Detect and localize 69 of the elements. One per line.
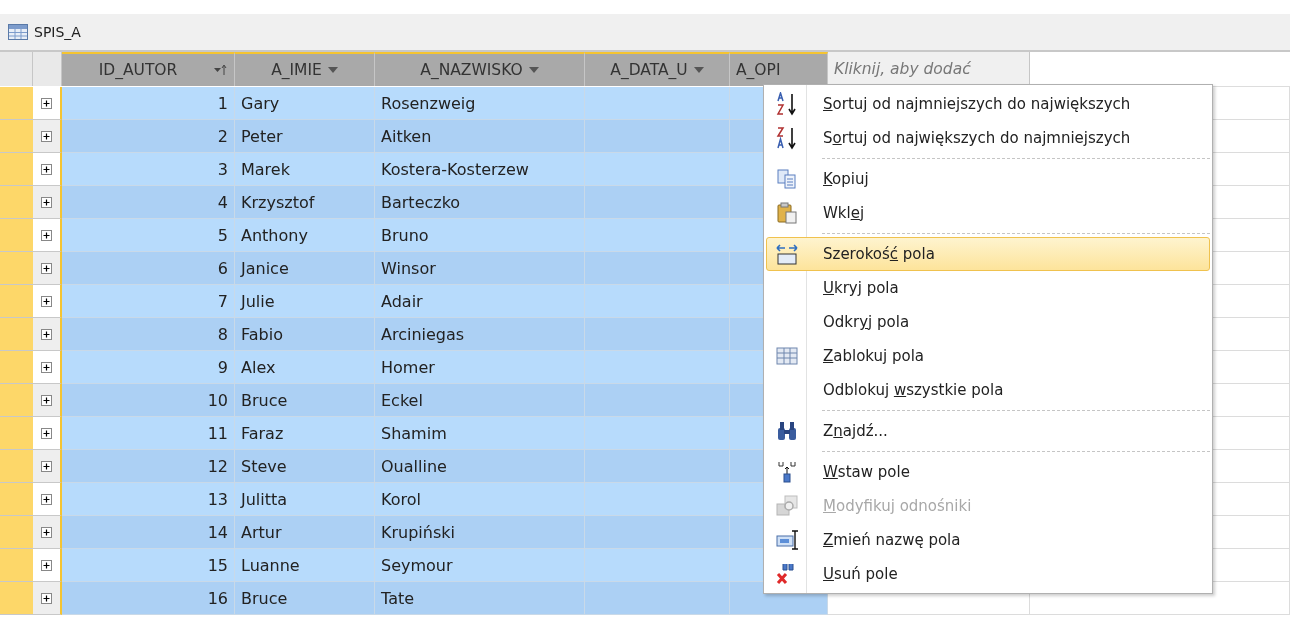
menu-item[interactable]: Zmień nazwę pola xyxy=(766,523,1210,557)
table-cell: Krupiński xyxy=(375,516,585,549)
table-cell: Barteczko xyxy=(375,186,585,219)
column-header[interactable]: Kliknij, aby dodać xyxy=(828,52,1030,86)
column-header[interactable]: A_DATA_U xyxy=(585,52,730,86)
menu-item[interactable]: Sortuj od największych do najmniejszych xyxy=(766,121,1210,155)
table-cell: 6 xyxy=(62,252,235,285)
menu-item[interactable]: Wklej xyxy=(766,196,1210,230)
table-cell: 1 xyxy=(62,87,235,120)
table-cell: 14 xyxy=(62,516,235,549)
table-cell: 5 xyxy=(62,219,235,252)
table-cell: Luanne xyxy=(235,549,375,582)
menu-item[interactable]: Odblokuj wszystkie pola xyxy=(766,373,1210,407)
table-cell: 11 xyxy=(62,417,235,450)
column-header[interactable]: A_IMIE xyxy=(235,52,375,86)
table-cell: Eckel xyxy=(375,384,585,417)
table-cell: 10 xyxy=(62,384,235,417)
menu-item[interactable]: Kopiuj xyxy=(766,162,1210,196)
menu-item[interactable]: Usuń pole xyxy=(766,557,1210,591)
table-cell: Alex xyxy=(235,351,375,384)
table-cell: Julitta xyxy=(235,483,375,516)
menu-item[interactable]: Szerokość pola xyxy=(766,237,1210,271)
table-cell: 4 xyxy=(62,186,235,219)
table-cell: Anthony xyxy=(235,219,375,252)
tab-title: SPIS_A xyxy=(34,24,81,40)
table-cell: Artur xyxy=(235,516,375,549)
table-cell: 13 xyxy=(62,483,235,516)
column-header[interactable]: A_OPI xyxy=(730,52,828,86)
table-cell: Homer xyxy=(375,351,585,384)
menu-item[interactable]: Sortuj od najmniejszych do największych xyxy=(766,87,1210,121)
menu-item[interactable]: Ukryj pola xyxy=(766,271,1210,305)
menu-item[interactable]: Odkryj pola xyxy=(766,305,1210,339)
table-cell: Gary xyxy=(235,87,375,120)
table-cell: 8 xyxy=(62,318,235,351)
table-cell: Peter xyxy=(235,120,375,153)
table-cell: Julie xyxy=(235,285,375,318)
table-cell: Oualline xyxy=(375,450,585,483)
table-cell: Steve xyxy=(235,450,375,483)
table-cell: Janice xyxy=(235,252,375,285)
table-cell: Marek xyxy=(235,153,375,186)
table-cell: Aitken xyxy=(375,120,585,153)
table-cell: Krzysztof xyxy=(235,186,375,219)
table-cell: 3 xyxy=(62,153,235,186)
menu-item[interactable]: Wstaw pole xyxy=(766,455,1210,489)
table-cell: Faraz xyxy=(235,417,375,450)
object-tab[interactable]: SPIS_A xyxy=(0,14,1290,52)
table-cell: Fabio xyxy=(235,318,375,351)
table-cell: Kostera-Kosterzew xyxy=(375,153,585,186)
column-header[interactable]: A_NAZWISKO xyxy=(375,52,585,86)
table-cell: Arciniegas xyxy=(375,318,585,351)
table-cell: Rosenzweig xyxy=(375,87,585,120)
table-cell: Korol xyxy=(375,483,585,516)
table-cell: Bruce xyxy=(235,582,375,615)
table-cell: 16 xyxy=(62,582,235,615)
menu-item[interactable]: Znajdź... xyxy=(766,414,1210,448)
table-cell: Winsor xyxy=(375,252,585,285)
table-cell: Adair xyxy=(375,285,585,318)
table-cell: Bruce xyxy=(235,384,375,417)
table-cell: Seymour xyxy=(375,549,585,582)
table-cell: 12 xyxy=(62,450,235,483)
table-cell: 9 xyxy=(62,351,235,384)
table-cell: 2 xyxy=(62,120,235,153)
column-header[interactable]: ID_AUTOR xyxy=(62,52,235,86)
table-cell: 15 xyxy=(62,549,235,582)
table-cell: 7 xyxy=(62,285,235,318)
table-cell: Bruno xyxy=(375,219,585,252)
table-cell: Tate xyxy=(375,582,585,615)
table-cell: Shamim xyxy=(375,417,585,450)
menu-item[interactable]: Zablokuj pola xyxy=(766,339,1210,373)
